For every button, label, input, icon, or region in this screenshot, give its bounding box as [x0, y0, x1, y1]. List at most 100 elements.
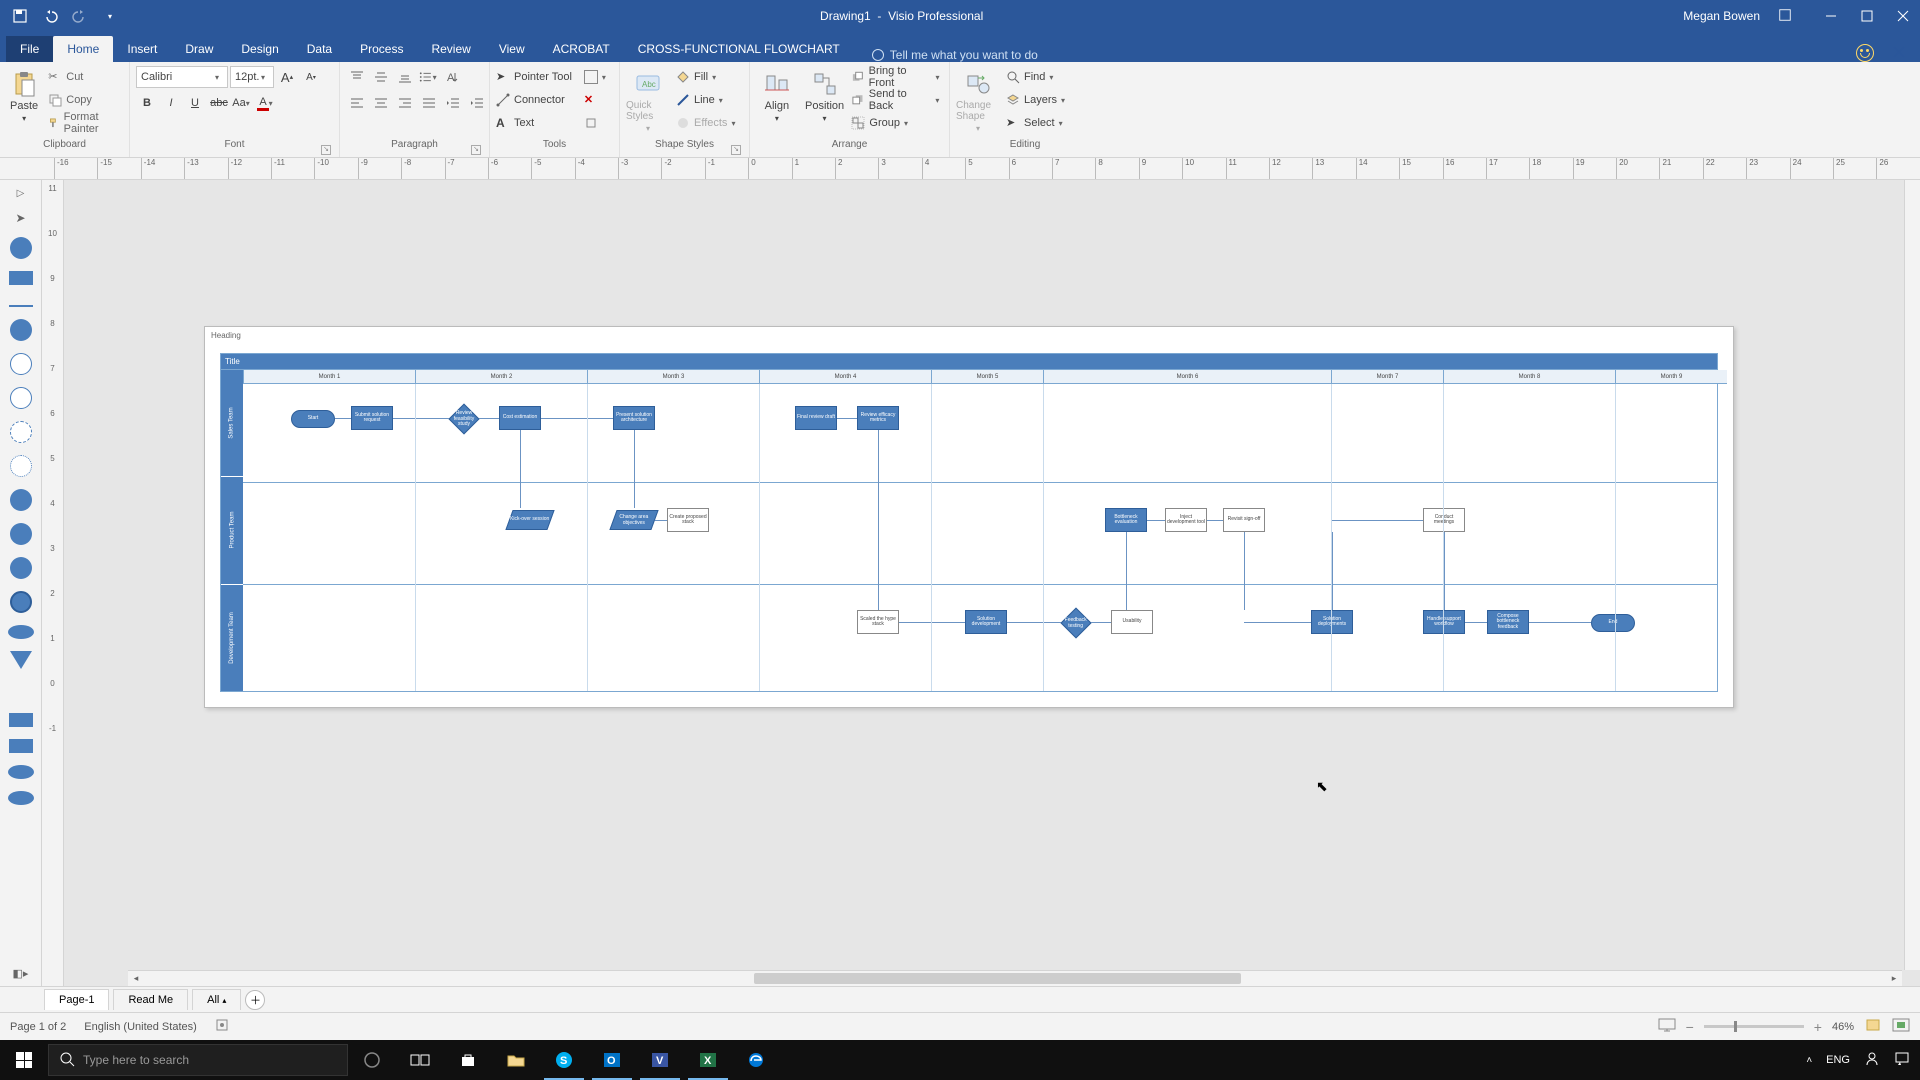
- zoom-slider[interactable]: [1704, 1025, 1804, 1028]
- scroll-thumb[interactable]: [754, 973, 1242, 984]
- change-shape-button[interactable]: Change Shape▾: [956, 66, 1000, 133]
- stencil-ring-2[interactable]: [10, 387, 32, 409]
- tool-select-icon[interactable]: ➤: [15, 211, 25, 225]
- feedback-smiley-icon[interactable]: [1856, 44, 1874, 62]
- taskbar-visio-icon[interactable]: V: [636, 1040, 684, 1080]
- find-button[interactable]: Find▾: [1006, 66, 1069, 88]
- phase-header[interactable]: Month 3: [587, 370, 759, 384]
- paragraph-dialog-launcher[interactable]: ↘: [471, 145, 481, 155]
- tray-language[interactable]: ENG: [1826, 1054, 1850, 1066]
- stencil-dotted-circle[interactable]: [10, 455, 32, 477]
- align-middle-button[interactable]: [370, 66, 392, 88]
- align-left-button[interactable]: [346, 92, 368, 114]
- shape-s4[interactable]: Cost estimation: [499, 406, 541, 430]
- tab-review[interactable]: Review: [417, 36, 484, 62]
- shape-p7[interactable]: Conduct meetings: [1423, 508, 1465, 532]
- shape-start[interactable]: Start: [291, 410, 335, 428]
- align-bottom-button[interactable]: [394, 66, 416, 88]
- paste-button[interactable]: Paste▾: [6, 66, 42, 123]
- stencil-circle-6[interactable]: [10, 591, 32, 613]
- ribbon-close-icon[interactable]: [1892, 45, 1906, 62]
- taskbar-outlook-icon[interactable]: O: [588, 1040, 636, 1080]
- font-size-select[interactable]: 12pt.▾: [230, 66, 274, 88]
- stencil-ellipse[interactable]: [8, 625, 34, 639]
- grow-font-button[interactable]: A▴: [276, 66, 298, 88]
- fill-button[interactable]: Fill▾: [676, 66, 739, 88]
- ruler-vertical[interactable]: 11109876543210-1: [42, 180, 64, 986]
- phase-header[interactable]: Month 6: [1043, 370, 1331, 384]
- shape-p3[interactable]: Create proposed stack: [667, 508, 709, 532]
- stencil-line[interactable]: [9, 305, 33, 307]
- tab-insert[interactable]: Insert: [113, 36, 171, 62]
- stencil-rect-3[interactable]: [9, 739, 33, 753]
- phase-header[interactable]: Month 5: [931, 370, 1043, 384]
- shape-styles-dialog-launcher[interactable]: ↘: [731, 145, 741, 155]
- taskbar-excel-icon[interactable]: X: [684, 1040, 732, 1080]
- tab-data[interactable]: Data: [293, 36, 346, 62]
- cut-button[interactable]: ✂Cut: [48, 66, 123, 88]
- tab-draw[interactable]: Draw: [171, 36, 227, 62]
- layers-button[interactable]: Layers▾: [1006, 89, 1069, 111]
- scroll-left-icon[interactable]: ◂: [128, 973, 144, 984]
- page-heading[interactable]: Heading: [211, 331, 241, 340]
- vertical-scrollbar[interactable]: [1904, 180, 1920, 970]
- underline-button[interactable]: U: [184, 92, 206, 114]
- tab-home[interactable]: Home: [53, 36, 113, 62]
- case-button[interactable]: Aa▾: [232, 92, 254, 114]
- stencil-triangle[interactable]: [10, 651, 32, 669]
- line-button[interactable]: Line▾: [676, 89, 739, 111]
- align-center-button[interactable]: [370, 92, 392, 114]
- page-tab-1[interactable]: Page-1: [44, 989, 109, 1010]
- undo-icon[interactable]: [42, 8, 58, 24]
- tray-overflow-icon[interactable]: ˄: [1806, 1055, 1812, 1066]
- shape-p5[interactable]: Inject development tool: [1165, 508, 1207, 532]
- stencil-nav-icon[interactable]: ◧▸: [13, 967, 29, 980]
- tab-view[interactable]: View: [485, 36, 539, 62]
- shape-p1[interactable]: Kick-over session: [505, 510, 554, 530]
- shape-end[interactable]: End: [1591, 614, 1635, 632]
- shape-d5[interactable]: Solution deployments: [1311, 610, 1353, 634]
- scroll-right-icon[interactable]: ▸: [1886, 973, 1902, 984]
- phase-header[interactable]: Month 9: [1615, 370, 1727, 384]
- increase-indent-button[interactable]: [466, 92, 488, 114]
- stencil-dashed-circle[interactable]: [10, 421, 32, 443]
- task-view-icon[interactable]: [396, 1040, 444, 1080]
- rectangle-tool-button[interactable]: ▾: [584, 66, 610, 88]
- stencil-ellipse-2[interactable]: [8, 765, 34, 779]
- bold-button[interactable]: B: [136, 92, 158, 114]
- align-button[interactable]: Align▾: [756, 66, 798, 123]
- group-button[interactable]: Group▾: [851, 112, 943, 134]
- shape-s2[interactable]: Submit solution request: [351, 406, 393, 430]
- shape-d4[interactable]: Usability: [1111, 610, 1153, 634]
- cff-title[interactable]: Title: [221, 354, 1717, 370]
- justify-button[interactable]: [418, 92, 440, 114]
- phase-header[interactable]: Month 8: [1443, 370, 1615, 384]
- zoom-percent[interactable]: 46%: [1832, 1021, 1854, 1033]
- italic-button[interactable]: I: [160, 92, 182, 114]
- stencil-rect[interactable]: [9, 271, 33, 285]
- cortana-icon[interactable]: [348, 1040, 396, 1080]
- taskbar-skype-icon[interactable]: S: [540, 1040, 588, 1080]
- phase-header[interactable]: Month 7: [1331, 370, 1443, 384]
- zoom-out-icon[interactable]: −: [1686, 1019, 1694, 1035]
- maximize-icon[interactable]: [1860, 9, 1874, 23]
- bullets-button[interactable]: ▾: [418, 66, 440, 88]
- tell-me-search[interactable]: Tell me what you want to do: [872, 48, 1038, 62]
- font-dialog-launcher[interactable]: ↘: [321, 145, 331, 155]
- lane-label[interactable]: Sales Team: [221, 370, 243, 476]
- stencil-circle-3[interactable]: [10, 489, 32, 511]
- horizontal-scrollbar[interactable]: ◂ ▸: [128, 970, 1902, 986]
- taskbar-edge-icon[interactable]: [732, 1040, 780, 1080]
- shape-s3[interactable]: Review feasibility study: [448, 403, 479, 434]
- lane-label[interactable]: Development Team: [221, 584, 243, 691]
- align-right-button[interactable]: [394, 92, 416, 114]
- tab-cff[interactable]: CROSS-FUNCTIONAL FLOWCHART: [624, 36, 854, 62]
- format-painter-button[interactable]: Format Painter: [48, 112, 123, 134]
- start-button[interactable]: [0, 1040, 48, 1080]
- shape-d2[interactable]: Solution development: [965, 610, 1007, 634]
- copy-button[interactable]: Copy: [48, 89, 123, 111]
- user-name[interactable]: Megan Bowen: [1683, 9, 1760, 23]
- macro-record-icon[interactable]: [215, 1018, 229, 1035]
- add-page-button[interactable]: ＋: [245, 990, 265, 1010]
- select-button[interactable]: ➤Select▾: [1006, 112, 1069, 134]
